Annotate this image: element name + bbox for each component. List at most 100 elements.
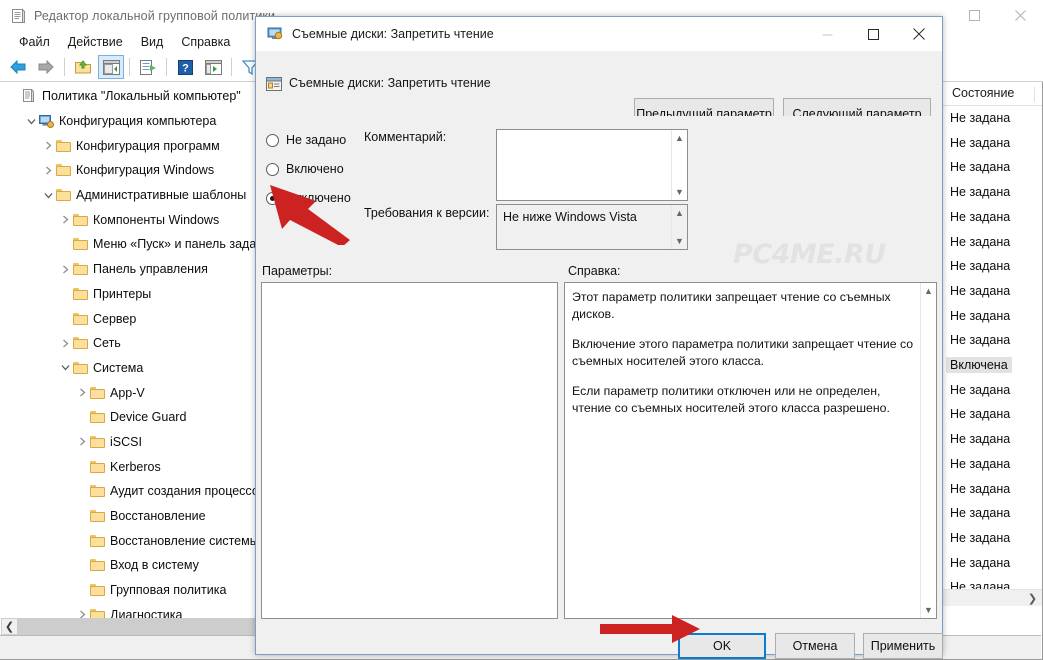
computer-icon xyxy=(39,114,57,128)
up-folder-icon[interactable] xyxy=(70,55,96,79)
folder-icon xyxy=(90,460,108,473)
maximize-icon[interactable] xyxy=(951,0,997,31)
menu-item-view[interactable]: Вид xyxy=(132,33,173,51)
tree-item-10[interactable]: Сеть xyxy=(1,331,264,356)
tree-expander-placeholder xyxy=(58,234,73,254)
tree-expander-placeholder xyxy=(75,481,90,501)
help-paragraph-1: Включение этого параметра политики запре… xyxy=(572,337,914,368)
chevron-up-icon[interactable]: ▲ xyxy=(672,206,687,220)
menu-item-action[interactable]: Действие xyxy=(59,33,132,51)
tree-item-13[interactable]: Device Guard xyxy=(1,405,264,430)
policy-document-icon xyxy=(10,7,26,24)
export-list-icon[interactable] xyxy=(135,55,161,79)
tree-item-18[interactable]: Восстановление системы xyxy=(1,528,264,553)
tree-item-label: Конфигурация Windows xyxy=(76,163,215,178)
chevron-down-icon[interactable] xyxy=(24,111,39,131)
svg-text:?: ? xyxy=(182,62,189,74)
folder-icon xyxy=(73,287,91,300)
chevron-right-icon[interactable] xyxy=(58,333,73,353)
dialog-titlebar[interactable]: Съемные диски: Запретить чтение xyxy=(256,17,942,51)
tree-item-1[interactable]: Конфигурация компьютера xyxy=(1,109,264,134)
tree-item-5[interactable]: Компоненты Windows xyxy=(1,207,264,232)
toolbar-separator xyxy=(231,58,232,76)
tree-item-6[interactable]: Меню «Пуск» и панель задач xyxy=(1,232,264,257)
close-icon[interactable] xyxy=(997,0,1043,31)
cancel-button[interactable]: Отмена xyxy=(775,633,855,659)
show-hide-tree-icon[interactable] xyxy=(98,55,124,79)
column-header-status[interactable]: Состояние xyxy=(952,86,1014,100)
tree-item-20[interactable]: Групповая политика xyxy=(1,578,264,603)
close-icon[interactable] xyxy=(896,17,942,51)
comment-scrollbar[interactable]: ▲ ▼ xyxy=(671,130,687,200)
tree-item-8[interactable]: Принтеры xyxy=(1,282,264,307)
tree-item-12[interactable]: App-V xyxy=(1,380,264,405)
tree-item-2[interactable]: Конфигурация программ xyxy=(1,133,264,158)
tree-item-17[interactable]: Восстановление xyxy=(1,504,264,529)
policy-tree-pane[interactable]: Политика "Локальный компьютер" Конфигурац… xyxy=(1,84,265,630)
radio-label-not-configured: Не задано xyxy=(286,133,347,147)
chevron-down-icon[interactable] xyxy=(41,185,56,205)
site-watermark: PC4ME.RU xyxy=(733,239,886,270)
apply-button[interactable]: Применить xyxy=(863,633,943,659)
tree-item-15[interactable]: Kerberos xyxy=(1,454,264,479)
radio-circle-disabled[interactable] xyxy=(266,191,279,205)
status-badge: Включена xyxy=(946,357,1012,373)
maximize-icon[interactable] xyxy=(850,17,896,51)
radio-circle-enabled[interactable] xyxy=(266,162,279,176)
version-label: Требования к версии: xyxy=(364,206,490,220)
minimize-icon[interactable] xyxy=(804,17,850,51)
help-icon[interactable]: ? xyxy=(172,55,198,79)
chevron-down-icon[interactable] xyxy=(58,358,73,378)
tree-item-19[interactable]: Вход в систему xyxy=(1,553,264,578)
chevron-up-icon[interactable]: ▲ xyxy=(921,284,936,298)
tree-expander-placeholder xyxy=(75,531,90,551)
radio-circle-not-configured[interactable] xyxy=(266,133,279,147)
chevron-right-icon[interactable]: ❯ xyxy=(1025,591,1040,606)
tree-item-4[interactable]: Административные шаблоны xyxy=(1,183,264,208)
options-panel[interactable] xyxy=(261,282,558,619)
help-scrollbar[interactable]: ▲ ▼ xyxy=(920,283,936,618)
tree-horizontal-scrollbar[interactable]: ❮ xyxy=(1,618,265,635)
radio-disabled[interactable]: Отключено xyxy=(266,191,351,205)
status-badge: Не задана xyxy=(950,555,1011,570)
chevron-down-icon[interactable]: ▼ xyxy=(921,603,936,617)
tree-item-0[interactable]: Политика "Локальный компьютер" xyxy=(1,84,264,109)
chevron-down-icon[interactable]: ▼ xyxy=(672,234,687,248)
ok-button[interactable]: OK xyxy=(678,633,766,659)
version-input[interactable]: Не ниже Windows Vista ▲ ▼ xyxy=(496,204,688,250)
scrollbar-thumb[interactable] xyxy=(18,618,246,635)
tree-item-3[interactable]: Конфигурация Windows xyxy=(1,158,264,183)
tree-expander-placeholder xyxy=(58,309,73,329)
chevron-up-icon[interactable]: ▲ xyxy=(672,131,687,145)
chevron-right-icon[interactable] xyxy=(58,259,73,279)
chevron-right-icon[interactable] xyxy=(75,432,90,452)
comment-input[interactable]: ▲ ▼ xyxy=(496,129,688,201)
radio-enabled[interactable]: Включено xyxy=(266,162,344,176)
chevron-down-icon[interactable]: ▼ xyxy=(672,185,687,199)
tree-item-label: Принтеры xyxy=(93,286,152,301)
tree-item-11[interactable]: Система xyxy=(1,356,264,381)
menu-item-file[interactable]: Файл xyxy=(10,33,59,51)
folder-icon xyxy=(90,534,108,547)
tree-item-label: Групповая политика xyxy=(110,583,227,598)
chevron-left-icon[interactable]: ❮ xyxy=(2,619,17,634)
folder-icon xyxy=(56,189,74,202)
version-scrollbar[interactable]: ▲ ▼ xyxy=(671,205,687,249)
back-arrow-icon[interactable] xyxy=(5,55,31,79)
radio-not-configured[interactable]: Не задано xyxy=(266,133,346,147)
status-badge: Не задана xyxy=(950,135,1011,150)
chevron-right-icon[interactable] xyxy=(75,383,90,403)
tree-item-14[interactable]: iSCSI xyxy=(1,430,264,455)
menu-item-help[interactable]: Справка xyxy=(172,33,239,51)
chevron-right-icon[interactable] xyxy=(41,136,56,156)
tree-item-16[interactable]: Аудит создания процессов xyxy=(1,479,264,504)
column-divider[interactable] xyxy=(1034,87,1035,102)
help-textbox[interactable]: Этот параметр политики запрещает чтение … xyxy=(564,282,937,619)
chevron-right-icon[interactable] xyxy=(58,210,73,230)
main-window-title: Редактор локальной групповой политики xyxy=(34,8,276,23)
run-icon[interactable] xyxy=(200,55,226,79)
forward-arrow-icon[interactable] xyxy=(33,55,59,79)
chevron-right-icon[interactable] xyxy=(41,160,56,180)
tree-item-9[interactable]: Сервер xyxy=(1,306,264,331)
tree-item-7[interactable]: Панель управления xyxy=(1,257,264,282)
